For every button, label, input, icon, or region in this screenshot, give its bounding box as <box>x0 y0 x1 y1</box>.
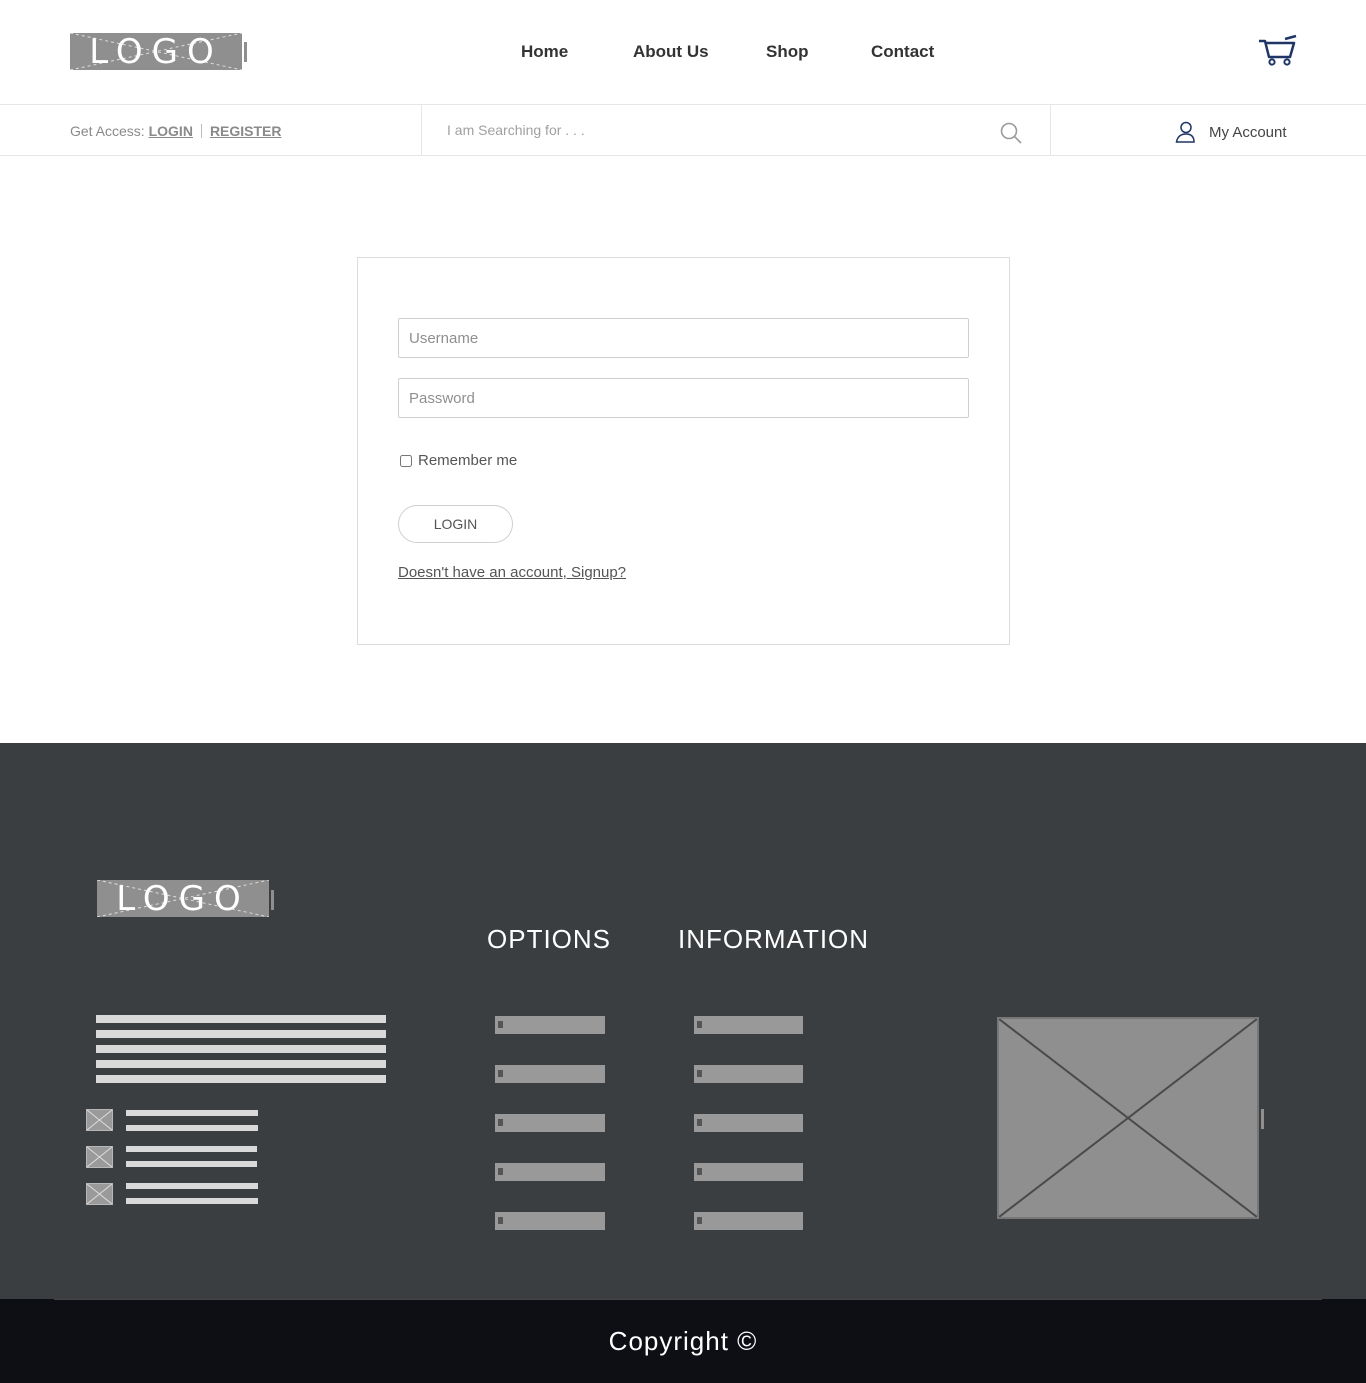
options-heading: OPTIONS <box>487 924 612 954</box>
shopping-cart-icon[interactable] <box>1257 33 1297 67</box>
remember-me[interactable]: Remember me <box>400 452 517 469</box>
divider <box>1050 105 1051 155</box>
options-link-placeholder[interactable] <box>495 1163 605 1181</box>
options-link-placeholder[interactable] <box>495 1016 605 1034</box>
logo-text: LOGO <box>116 880 250 917</box>
information-link-placeholder[interactable] <box>694 1212 803 1230</box>
register-link[interactable]: REGISTER <box>210 123 282 139</box>
image-cross-icon <box>998 1018 1258 1218</box>
get-access-label: Get Access: <box>70 123 145 139</box>
information-link-placeholder[interactable] <box>694 1016 803 1034</box>
remember-me-label: Remember me <box>418 452 518 469</box>
text-placeholder-line <box>96 1045 386 1053</box>
signup-link[interactable]: Doesn't have an account, Signup? <box>398 564 626 581</box>
search-icon[interactable] <box>999 121 1023 145</box>
main-nav: Home About Us Shop Contact <box>0 42 1366 64</box>
get-access: Get Access: LOGIN REGISTER <box>70 123 282 139</box>
search-input[interactable] <box>447 118 967 142</box>
image-placeholder-icon <box>86 1146 113 1168</box>
username-field[interactable] <box>398 318 969 358</box>
password-field[interactable] <box>398 378 969 418</box>
site-header: LOGO Home About Us Shop Contact <box>0 0 1366 105</box>
text-placeholder-line <box>126 1125 258 1131</box>
text-placeholder-line <box>126 1198 258 1204</box>
text-placeholder-line <box>96 1060 386 1068</box>
copyright-text: Copyright © <box>608 1326 758 1356</box>
image-cross-icon <box>86 1109 113 1131</box>
access-bar: Get Access: LOGIN REGISTER <box>0 105 1366 156</box>
logo-tick <box>271 890 274 910</box>
login-button[interactable]: LOGIN <box>398 505 513 543</box>
text-placeholder-line <box>96 1015 386 1023</box>
text-placeholder-line <box>126 1110 258 1116</box>
text-placeholder-line <box>126 1183 258 1189</box>
information-link-placeholder[interactable] <box>694 1163 803 1181</box>
information-link-placeholder[interactable] <box>694 1114 803 1132</box>
my-account-link[interactable]: My Account <box>1175 121 1287 143</box>
text-placeholder-line <box>126 1146 257 1152</box>
options-link-placeholder[interactable] <box>495 1065 605 1083</box>
nav-contact[interactable]: Contact <box>871 42 934 62</box>
information-heading: INFORMATION <box>678 924 870 954</box>
copyright-bar: Copyright © <box>0 1299 1366 1383</box>
nav-home[interactable]: Home <box>521 42 568 62</box>
remember-me-checkbox[interactable] <box>400 454 412 467</box>
text-placeholder-line <box>96 1075 386 1083</box>
image-tick <box>1261 1109 1264 1129</box>
divider <box>54 1299 1322 1300</box>
image-cross-icon <box>86 1183 113 1205</box>
login-link[interactable]: LOGIN <box>149 123 193 139</box>
login-card: Remember me LOGIN Doesn't have an accoun… <box>357 257 1010 645</box>
nav-shop[interactable]: Shop <box>766 42 809 62</box>
image-placeholder <box>997 1017 1259 1219</box>
site-footer: LOGO OPTIONS INFORMATION <box>0 743 1366 1300</box>
text-placeholder-line <box>126 1161 257 1167</box>
divider <box>421 105 422 155</box>
divider <box>200 124 202 138</box>
options-link-placeholder[interactable] <box>495 1114 605 1132</box>
options-link-placeholder[interactable] <box>495 1212 605 1230</box>
image-placeholder-icon <box>86 1183 113 1205</box>
my-account-label: My Account <box>1209 123 1287 141</box>
user-icon <box>1175 121 1195 143</box>
text-placeholder-line <box>96 1030 386 1038</box>
image-cross-icon <box>86 1146 113 1168</box>
nav-about-us[interactable]: About Us <box>633 42 709 62</box>
information-link-placeholder[interactable] <box>694 1065 803 1083</box>
footer-logo[interactable]: LOGO <box>97 880 269 917</box>
image-placeholder-icon <box>86 1109 113 1131</box>
